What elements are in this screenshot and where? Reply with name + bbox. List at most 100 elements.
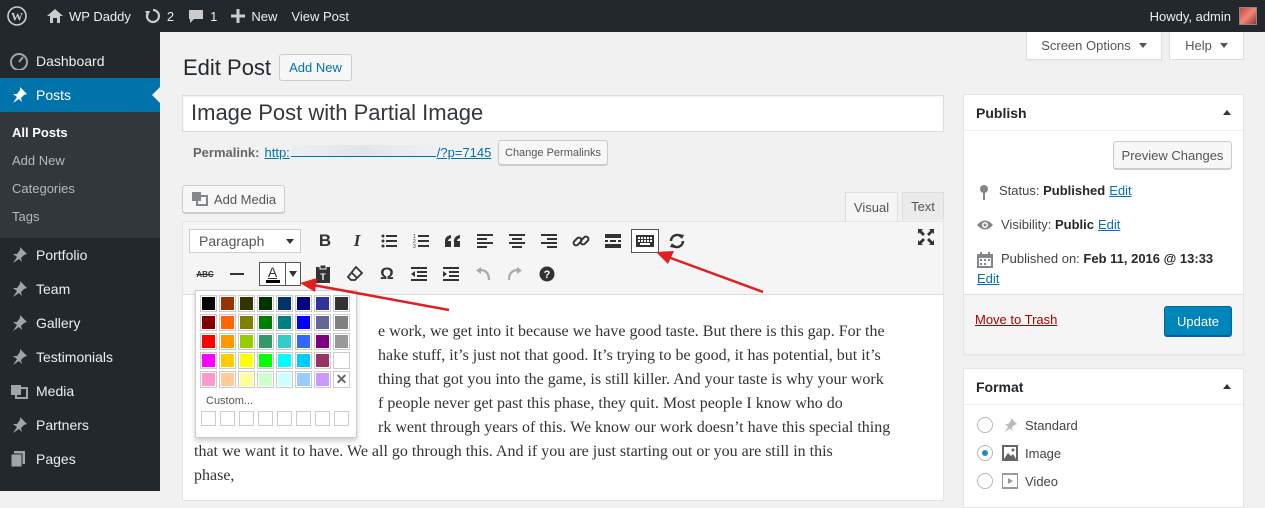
bulleted-list-button[interactable] [373,227,405,255]
paste-as-text-button[interactable]: T [307,260,339,288]
format-select[interactable]: Paragraph [189,229,301,253]
color-swatch[interactable] [314,333,331,350]
text-color-button[interactable]: A [259,262,301,286]
change-permalinks-button[interactable]: Change Permalinks [498,140,608,165]
view-post-link[interactable]: View Post [284,0,356,32]
color-swatch[interactable] [257,371,274,388]
sidebar-item-team[interactable]: Team [0,272,160,306]
comments-link[interactable]: 1 [181,0,224,32]
chevron-up-icon[interactable] [1223,110,1231,115]
color-swatch[interactable] [295,371,312,388]
sidebar-item-pages[interactable]: Pages [0,442,160,476]
add-media-button[interactable]: Add Media [182,185,285,213]
color-swatch[interactable] [219,371,236,388]
text-color-dropdown[interactable] [286,263,300,285]
custom-color-slot[interactable] [315,411,330,426]
sidebar-item-gallery[interactable]: Gallery [0,306,160,340]
read-more-button[interactable] [597,227,629,255]
format-option-standard[interactable]: Standard [977,417,1078,433]
toolbar-toggle-button[interactable] [631,229,659,253]
submenu-tags[interactable]: Tags [0,203,160,231]
color-swatch[interactable] [257,333,274,350]
color-swatch[interactable] [238,352,255,369]
submenu-add-new[interactable]: Add New [0,147,160,175]
strikethrough-button[interactable]: ABC [189,260,221,288]
my-account-link[interactable]: Howdy, admin [1143,0,1265,32]
insert-link-button[interactable] [565,227,597,255]
tab-visual[interactable]: Visual [845,192,898,222]
color-swatch[interactable] [257,352,274,369]
color-swatch[interactable] [200,352,217,369]
color-swatch[interactable] [238,371,255,388]
align-left-button[interactable] [469,227,501,255]
color-swatch[interactable] [219,333,236,350]
update-button[interactable]: Update [1164,306,1232,336]
special-character-button[interactable]: Ω [371,260,403,288]
new-content-link[interactable]: New [224,0,284,32]
custom-color-slot[interactable] [277,411,292,426]
format-option-video[interactable]: Video [977,473,1058,489]
redo-button[interactable] [499,260,531,288]
submenu-categories[interactable]: Categories [0,175,160,203]
undo-button[interactable] [467,260,499,288]
screen-options-button[interactable]: Screen Options [1026,32,1162,60]
color-swatch[interactable] [314,295,331,312]
help-button[interactable]: Help [1169,32,1244,60]
custom-color-slot[interactable] [201,411,216,426]
color-swatch[interactable] [314,352,331,369]
no-color-swatch[interactable]: ✕ [333,371,350,388]
color-swatch[interactable] [276,314,293,331]
color-swatch[interactable] [333,333,350,350]
custom-color-label[interactable]: Custom... [206,395,351,407]
bold-button[interactable]: B [309,227,341,255]
keyboard-shortcuts-button[interactable]: ? [531,260,563,288]
sidebar-item-posts[interactable]: Posts [0,78,160,112]
color-swatch[interactable] [200,295,217,312]
color-swatch[interactable] [257,295,274,312]
format-box-header[interactable]: Format [964,369,1243,405]
color-swatch[interactable] [295,333,312,350]
blockquote-button[interactable] [437,227,469,255]
preview-changes-button[interactable]: Preview Changes [1113,141,1232,169]
color-swatch[interactable] [314,371,331,388]
color-swatch[interactable] [276,352,293,369]
move-to-trash-link[interactable]: Move to Trash [975,312,1057,327]
numbered-list-button[interactable]: 123 [405,227,437,255]
post-title-input[interactable]: Image Post with Partial Image [182,95,944,132]
align-right-button[interactable] [533,227,565,255]
permalink-link[interactable]: http: /?p=7145 [264,145,491,160]
text-color-apply[interactable]: A [260,263,286,285]
color-swatch[interactable] [333,295,350,312]
color-swatch[interactable] [200,314,217,331]
tab-text[interactable]: Text [902,192,944,220]
site-name-link[interactable]: WP Daddy [40,0,138,32]
submenu-all-posts[interactable]: All Posts [0,119,160,147]
clear-formatting-button[interactable] [339,260,371,288]
format-radio-video[interactable] [977,473,993,489]
color-swatch[interactable] [219,295,236,312]
edit-status-link[interactable]: Edit [1109,183,1131,198]
color-swatch[interactable] [295,352,312,369]
color-swatch[interactable] [295,314,312,331]
color-swatch[interactable] [200,333,217,350]
edit-visibility-link[interactable]: Edit [1098,217,1120,232]
refresh-button[interactable] [661,227,693,255]
color-swatch[interactable] [238,295,255,312]
color-swatch[interactable] [219,314,236,331]
sidebar-item-dashboard[interactable]: Dashboard [0,44,160,78]
custom-color-slot[interactable] [220,411,235,426]
distraction-free-button[interactable] [917,228,935,249]
format-radio-standard[interactable] [977,417,993,433]
color-swatch[interactable] [257,314,274,331]
color-swatch[interactable] [238,333,255,350]
color-swatch[interactable] [276,371,293,388]
increase-indent-button[interactable] [435,260,467,288]
color-swatch[interactable] [276,295,293,312]
color-swatch[interactable] [333,314,350,331]
align-center-button[interactable] [501,227,533,255]
add-new-button[interactable]: Add New [279,54,352,81]
custom-color-slot[interactable] [296,411,311,426]
publish-box-header[interactable]: Publish [964,95,1243,131]
color-swatch[interactable] [295,295,312,312]
color-swatch[interactable] [276,333,293,350]
